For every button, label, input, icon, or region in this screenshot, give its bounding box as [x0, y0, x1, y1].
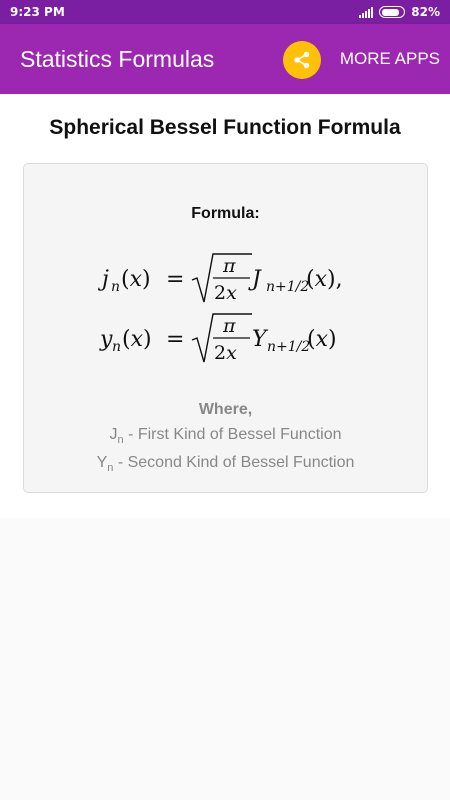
svg-text:(x): (x) [122, 327, 152, 352]
formula-label: Formula: [191, 205, 260, 222]
definition-line: Jn - First Kind of Bessel Function [24, 426, 427, 446]
svg-text:n: n [111, 279, 120, 295]
status-time: 9:23 PM [10, 5, 65, 19]
svg-text:π: π [222, 255, 236, 277]
share-button[interactable] [283, 41, 321, 79]
more-apps-button[interactable]: MORE APPS [340, 49, 440, 69]
app-title: Statistics Formulas [20, 45, 215, 72]
content-area: Spherical Bessel Function Formula Formul… [0, 94, 450, 518]
svg-text:n+1/2: n+1/2 [267, 339, 310, 355]
svg-text:2x: 2x [214, 342, 237, 364]
signal-icon [359, 6, 374, 18]
formula-image: j n (x) = π 2x J n+1/2 (x), y n (x) = π … [97, 253, 343, 364]
definition-symbol: Y [96, 454, 108, 471]
svg-text:=: = [166, 267, 184, 292]
svg-text:2x: 2x [214, 282, 237, 304]
definition-line: Yn - Second Kind of Bessel Function [24, 454, 427, 474]
svg-text:π: π [222, 315, 236, 337]
svg-text:j: j [97, 267, 109, 292]
definition-symbol: J [109, 426, 118, 443]
svg-text:(x): (x) [121, 267, 151, 292]
formula-card: Formula: j n (x) = π 2x J n+1/2 (x), y n… [23, 163, 428, 493]
svg-text:(x),: (x), [306, 267, 343, 292]
svg-text:J: J [248, 267, 262, 292]
svg-text:n: n [112, 339, 121, 355]
status-bar: 9:23 PM 82% [0, 0, 450, 24]
page-title: Spherical Bessel Function Formula [49, 116, 401, 139]
battery-icon [379, 6, 406, 18]
battery-percent: 82% [411, 5, 440, 19]
svg-text:=: = [166, 327, 184, 352]
svg-text:n+1/2: n+1/2 [266, 279, 309, 295]
app-bar: Statistics Formulas MORE APPS [0, 24, 450, 94]
svg-text:y: y [99, 327, 113, 352]
share-icon [294, 51, 310, 69]
definition-text: - First Kind of Bessel Function [123, 426, 342, 443]
status-icons: 82% [359, 5, 440, 19]
where-label: Where, [198, 401, 253, 418]
definition-text: - Second Kind of Bessel Function [113, 454, 355, 471]
svg-text:(x): (x) [307, 327, 337, 352]
battery-fill [381, 8, 399, 16]
